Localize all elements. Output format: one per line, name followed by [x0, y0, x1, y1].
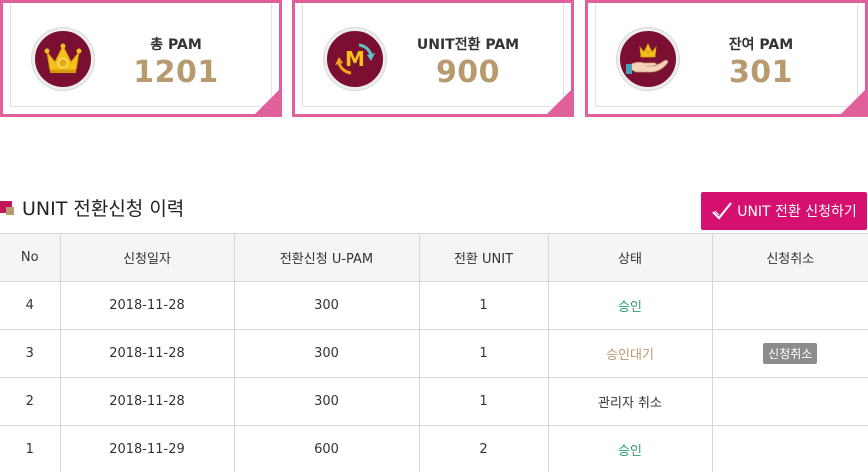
cell-cancel [711, 425, 868, 472]
cell-upam: 300 [233, 377, 420, 426]
cell-upam: 300 [233, 329, 420, 378]
cell-date: 2018-11-28 [59, 329, 235, 378]
cell-no: 2 [0, 377, 61, 426]
cell-cancel: 신청취소 [711, 329, 868, 378]
column-header-no: No [0, 233, 61, 282]
cell-no: 3 [0, 329, 61, 378]
total-pam-label: 총 PAM [150, 37, 202, 53]
cell-upam: 600 [233, 425, 420, 472]
column-header-date: 신청일자 [59, 233, 235, 282]
total-pam-card: 총 PAM 1201 [0, 0, 282, 117]
remaining-pam-card: 잔여 PAM 301 [585, 0, 868, 117]
cell-date: 2018-11-29 [59, 425, 235, 472]
cell-upam: 300 [233, 281, 420, 330]
table-row: 1 2018-11-29 600 2 승인 [0, 425, 868, 472]
m-exchange-icon: M [324, 28, 386, 90]
remaining-pam-value: 301 [728, 55, 794, 90]
cell-status: 승인 [547, 281, 713, 330]
unit-pam-value: 900 [435, 55, 501, 90]
cell-unit: 2 [418, 425, 549, 472]
cell-date: 2018-11-28 [59, 281, 235, 330]
cell-cancel [711, 281, 868, 330]
cancel-request-button[interactable]: 신청취소 [763, 343, 818, 364]
cell-unit: 1 [418, 329, 549, 378]
cell-unit: 1 [418, 281, 549, 330]
cell-date: 2018-11-28 [59, 377, 235, 426]
column-header-unit: 전환 UNIT [418, 233, 549, 282]
card-corner-decoration [547, 90, 571, 114]
section-bullet-icon [0, 199, 16, 215]
crown-icon [32, 28, 94, 90]
apply-button-label: UNIT 전환 신청하기 [737, 204, 857, 220]
column-header-cancel: 신청취소 [711, 233, 868, 282]
unit-pam-label: UNIT전환 PAM [416, 37, 520, 53]
table-header-row: No 신청일자 전환신청 U-PAM 전환 UNIT 상태 신청취소 [0, 233, 868, 282]
conversion-history-table: No 신청일자 전환신청 U-PAM 전환 UNIT 상태 신청취소 4 201… [0, 233, 868, 472]
table-row: 4 2018-11-28 300 1 승인 [0, 281, 868, 330]
card-corner-decoration [255, 90, 279, 114]
cell-unit: 1 [418, 377, 549, 426]
apply-unit-conversion-button[interactable]: UNIT 전환 신청하기 [701, 192, 867, 230]
svg-text:M: M [345, 47, 365, 71]
hand-crown-icon [617, 28, 679, 90]
total-pam-value: 1201 [133, 55, 219, 90]
cell-cancel [711, 377, 868, 426]
cell-no: 1 [0, 425, 61, 472]
cell-status: 승인대기 [547, 329, 713, 378]
table-row: 2 2018-11-28 300 1 관리자 취소 [0, 377, 868, 426]
cell-status: 승인 [547, 425, 713, 472]
card-corner-decoration [841, 90, 865, 114]
cell-status: 관리자 취소 [547, 377, 713, 426]
column-header-status: 상태 [547, 233, 713, 282]
remaining-pam-label: 잔여 PAM [728, 37, 794, 53]
unit-pam-card: M UNIT전환 PAM 900 [292, 0, 574, 117]
table-row: 3 2018-11-28 300 1 승인대기 신청취소 [0, 329, 868, 378]
check-icon [711, 201, 733, 221]
cell-no: 4 [0, 281, 61, 330]
section-header: UNIT 전환신청 이력 [0, 195, 185, 220]
section-title: UNIT 전환신청 이력 [22, 197, 185, 220]
column-header-upam: 전환신청 U-PAM [233, 233, 420, 282]
